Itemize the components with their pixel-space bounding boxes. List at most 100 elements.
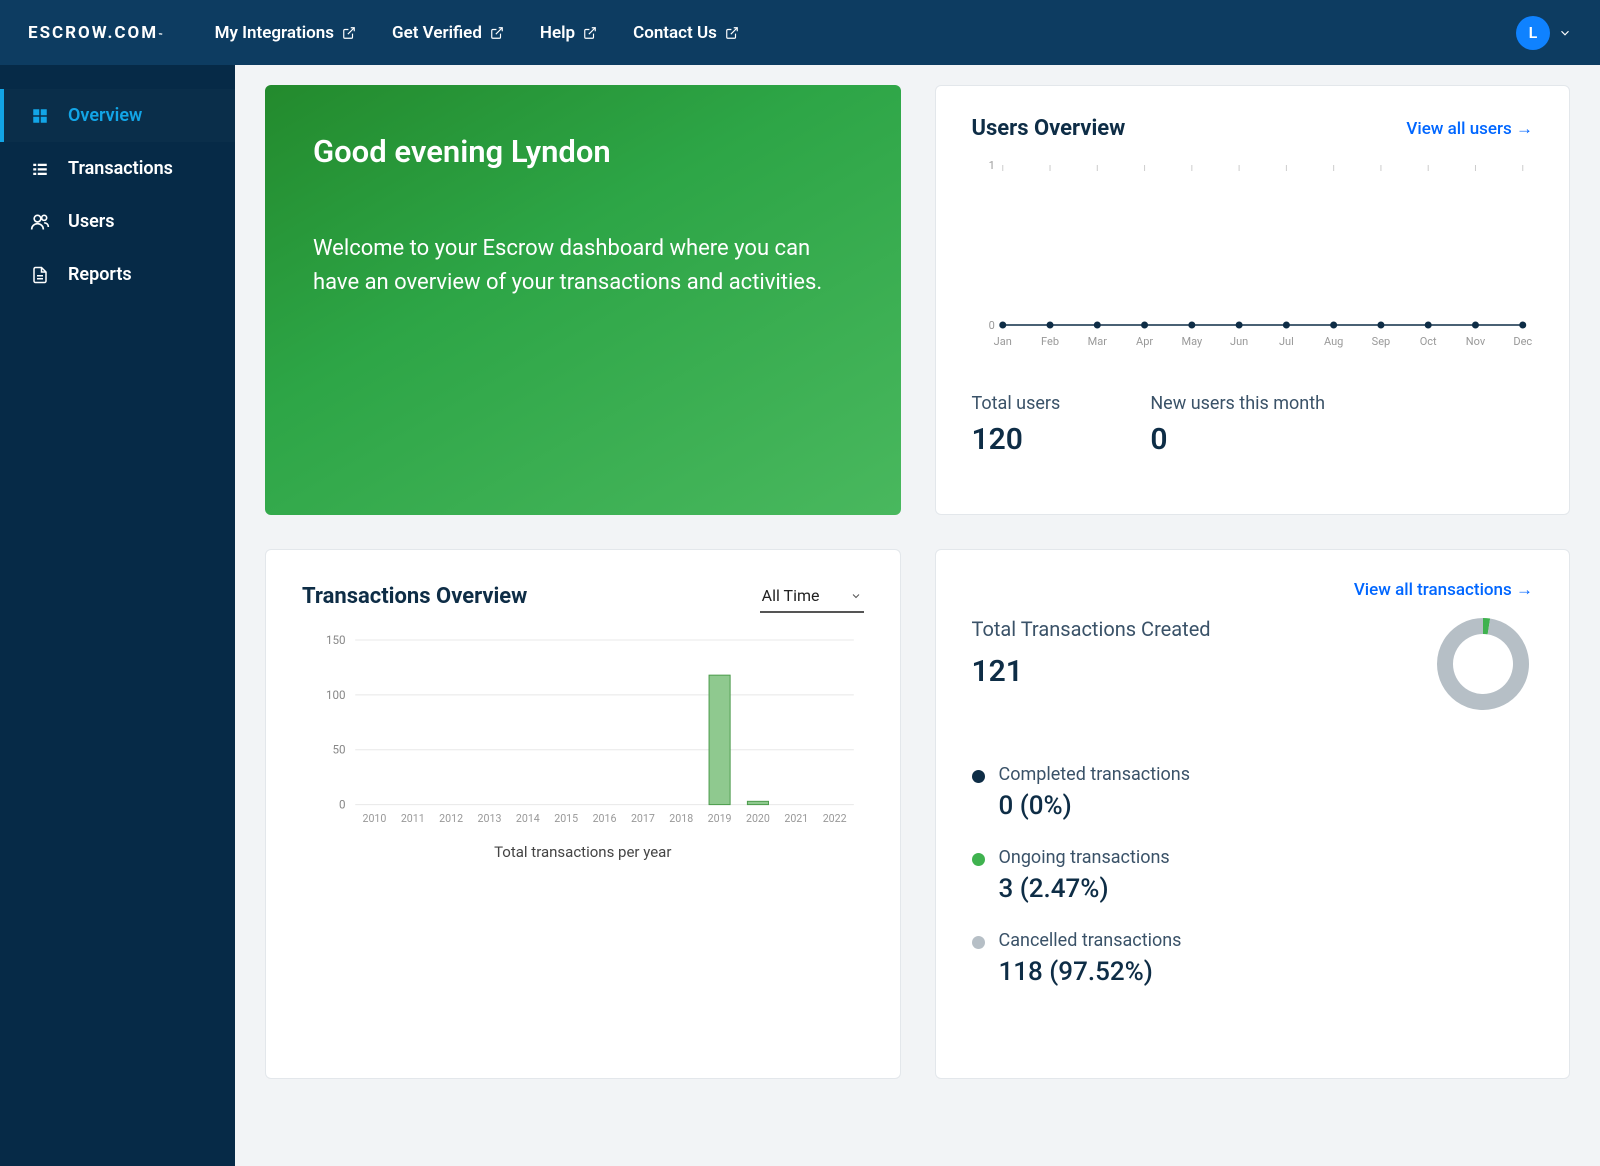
svg-text:2012: 2012 (439, 812, 463, 825)
svg-text:Jul: Jul (1278, 335, 1293, 348)
external-link-icon (583, 26, 597, 40)
stat-value: 120 (972, 422, 1061, 457)
avatar-initial: L (1529, 23, 1538, 42)
svg-text:150: 150 (326, 633, 346, 647)
top-nav: My Integrations Get Verified Help Contac… (215, 23, 739, 43)
svg-text:2022: 2022 (823, 812, 847, 825)
document-icon (30, 265, 50, 285)
chevron-down-icon (1558, 26, 1572, 40)
external-link-icon (490, 26, 504, 40)
legend-label: Cancelled transactions (999, 930, 1182, 951)
svg-text:Jun: Jun (1230, 335, 1248, 348)
svg-text:2019: 2019 (708, 812, 732, 825)
nav-help[interactable]: Help (540, 23, 597, 43)
users-icon (30, 212, 50, 232)
svg-text:Sep: Sep (1371, 335, 1390, 348)
nav-integrations-label: My Integrations (215, 23, 334, 43)
legend-completed: Completed transactions 0 (0%) (972, 764, 1534, 821)
legend-value: 0 (0%) (999, 791, 1190, 821)
legend-dot-icon (972, 770, 985, 783)
legend-label: Completed transactions (999, 764, 1190, 785)
dashboard-icon (30, 106, 50, 126)
legend-label: Ongoing transactions (999, 847, 1170, 868)
users-overview-card: Users Overview View all users → 0 1 Jan Feb… (935, 85, 1571, 515)
svg-text:Oct: Oct (1419, 335, 1436, 348)
svg-text:2017: 2017 (631, 812, 655, 825)
users-card-title: Users Overview (972, 116, 1126, 141)
svg-text:2015: 2015 (554, 812, 578, 825)
svg-text:2011: 2011 (401, 812, 425, 825)
users-line-chart: 0 1 Jan Feb Mar Apr May Jun Jul Aug Sep Oct Nov Dec (972, 155, 1534, 355)
sidebar: Overview Transactions Users Reports (0, 65, 235, 1166)
hero-title: Good evening Lyndon (313, 133, 853, 170)
transactions-card-title: Transactions Overview (302, 584, 527, 609)
sidebar-item-label: Transactions (68, 158, 173, 179)
time-filter-value: All Time (762, 586, 820, 605)
bar-chart-caption: Total transactions per year (302, 843, 864, 861)
svg-text:Mar: Mar (1087, 335, 1107, 348)
total-transactions-value: 121 (972, 654, 1354, 689)
svg-text:Dec: Dec (1513, 335, 1532, 348)
svg-text:0: 0 (339, 797, 346, 811)
svg-text:Jan: Jan (993, 335, 1011, 348)
sidebar-item-label: Users (68, 211, 115, 232)
logo-text: ESCROW.COM (28, 23, 158, 43)
legend-value: 3 (2.47%) (999, 874, 1170, 904)
topbar: ESCROW.COM™ My Integrations Get Verified… (0, 0, 1600, 65)
svg-text:1: 1 (988, 159, 994, 172)
svg-text:2020: 2020 (746, 812, 770, 825)
external-link-icon (342, 26, 356, 40)
sidebar-item-reports[interactable]: Reports (0, 248, 235, 301)
external-link-icon (725, 26, 739, 40)
nav-contact[interactable]: Contact Us (633, 23, 739, 43)
sidebar-item-transactions[interactable]: Transactions (0, 142, 235, 195)
legend-dot-icon (972, 853, 985, 866)
nav-integrations[interactable]: My Integrations (215, 23, 356, 43)
svg-text:50: 50 (333, 743, 346, 757)
svg-text:Aug: Aug (1323, 335, 1342, 348)
stat-label: Total users (972, 393, 1061, 414)
stat-total-users: Total users 120 (972, 393, 1061, 457)
svg-text:Nov: Nov (1465, 335, 1485, 348)
logo-tm: ™ (158, 32, 164, 40)
logo[interactable]: ESCROW.COM™ (28, 23, 165, 43)
svg-text:2010: 2010 (362, 812, 386, 825)
transaction-summary-card: View all transactions → Total Transactio… (935, 549, 1571, 1079)
sidebar-item-label: Overview (68, 105, 142, 126)
list-icon (30, 159, 50, 179)
svg-text:2021: 2021 (784, 812, 808, 825)
chevron-down-icon (850, 590, 862, 602)
legend-dot-icon (972, 936, 985, 949)
sidebar-item-users[interactable]: Users (0, 195, 235, 248)
donut-chart (1433, 614, 1533, 714)
main: Good evening Lyndon Welcome to your Escr… (235, 65, 1600, 1166)
stat-value: 0 (1150, 422, 1325, 457)
svg-text:2018: 2018 (669, 812, 693, 825)
nav-help-label: Help (540, 23, 575, 43)
nav-verified-label: Get Verified (392, 23, 482, 43)
view-all-transactions-link[interactable]: View all transactions → (1354, 580, 1533, 600)
nav-verified[interactable]: Get Verified (392, 23, 504, 43)
legend-cancelled: Cancelled transactions 118 (97.52%) (972, 930, 1534, 987)
user-menu[interactable]: L (1516, 16, 1572, 50)
svg-text:0: 0 (988, 319, 994, 332)
transactions-bar-chart: 0501001502010201120122013201420152016201… (302, 627, 864, 861)
legend-value: 118 (97.52%) (999, 957, 1182, 987)
legend-ongoing: Ongoing transactions 3 (2.47%) (972, 847, 1534, 904)
svg-text:100: 100 (326, 688, 346, 702)
total-transactions-label: Total Transactions Created (972, 614, 1354, 644)
nav-contact-label: Contact Us (633, 23, 717, 43)
view-all-users-link[interactable]: View all users → (1406, 119, 1533, 139)
svg-text:May: May (1181, 335, 1203, 348)
hero-card: Good evening Lyndon Welcome to your Escr… (265, 85, 901, 515)
stat-new-users: New users this month 0 (1150, 393, 1325, 457)
stat-label: New users this month (1150, 393, 1325, 414)
svg-text:Feb: Feb (1041, 335, 1059, 348)
transactions-overview-card: Transactions Overview All Time 0 50 100 150… (265, 549, 901, 1079)
svg-text:2013: 2013 (478, 812, 502, 825)
svg-text:Apr: Apr (1136, 335, 1153, 348)
svg-text:2016: 2016 (593, 812, 617, 825)
sidebar-item-overview[interactable]: Overview (0, 89, 235, 142)
avatar: L (1516, 16, 1550, 50)
time-filter-select[interactable]: All Time (760, 580, 864, 613)
